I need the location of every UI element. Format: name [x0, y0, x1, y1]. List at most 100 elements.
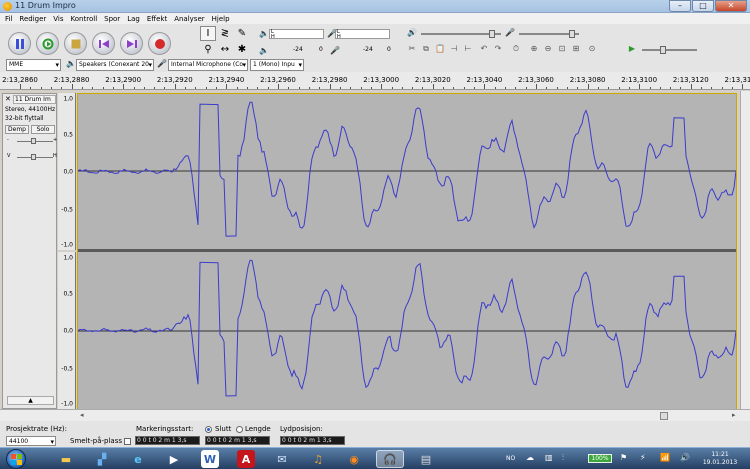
- redo-icon[interactable]: ↷: [491, 43, 505, 55]
- title-bar: 11 Drum Impro – □ ✕: [0, 0, 750, 13]
- tray-icon-flag[interactable]: ⚑: [620, 453, 627, 462]
- zoom-toggle-icon[interactable]: ⊙: [585, 43, 599, 55]
- skip-to-end-button[interactable]: [120, 32, 143, 55]
- horizontal-scroll-thumb[interactable]: [660, 412, 668, 420]
- timeshift-tool-icon[interactable]: ↔: [217, 42, 233, 57]
- record-icon: [155, 39, 165, 49]
- gain-slider[interactable]: [17, 138, 53, 144]
- start-button[interactable]: [6, 449, 26, 469]
- internet-explorer-taskbar-icon[interactable]: e: [124, 450, 152, 468]
- mail-taskbar-icon[interactable]: ✉: [268, 450, 296, 468]
- zoom-tool-icon[interactable]: ⚲: [200, 42, 216, 57]
- audio-position-field[interactable]: 0 0 t 0 2 m 1 3,s: [280, 436, 345, 445]
- output-device-select[interactable]: Speakers (Conexant 20: [76, 59, 154, 71]
- cut-icon[interactable]: ✂: [405, 43, 419, 55]
- skip-to-start-button[interactable]: [92, 32, 115, 55]
- minimize-button[interactable]: –: [669, 0, 691, 12]
- output-volume-slider[interactable]: [421, 30, 501, 38]
- track-name-menu[interactable]: 11 Drum Im: [13, 95, 56, 104]
- stop-button[interactable]: [64, 32, 87, 55]
- tray-icon-app[interactable]: ☁: [526, 453, 534, 462]
- play-speed-slider[interactable]: [642, 46, 697, 54]
- play-loop-button[interactable]: [36, 32, 59, 55]
- audacity-taskbar-icon[interactable]: 🎧: [376, 450, 404, 468]
- menu-effekt[interactable]: Effekt: [145, 13, 172, 24]
- tray-icon-power[interactable]: ⚡: [640, 453, 646, 462]
- word-taskbar-icon[interactable]: W: [201, 450, 219, 468]
- tray-icon-signal[interactable]: ⫶: [562, 453, 564, 463]
- selection-tool-icon[interactable]: I: [200, 26, 216, 41]
- media-player-taskbar-icon[interactable]: ▶: [160, 450, 188, 468]
- zoom-in-icon[interactable]: ⊕: [527, 43, 541, 55]
- input-channels-select[interactable]: 1 (Mono) Inpu: [250, 59, 304, 71]
- taskbar-clock[interactable]: 11:21 19.01.2013: [700, 451, 740, 467]
- tray-icon-network[interactable]: ▥: [545, 453, 553, 462]
- right-channel-waveform[interactable]: [78, 252, 736, 409]
- tray-icon-wifi[interactable]: 📶: [660, 453, 670, 462]
- selection-start-field[interactable]: 0 0 t 0 2 m 1 3,s: [135, 436, 200, 445]
- menu-kontroll[interactable]: Kontroll: [69, 13, 103, 24]
- channel2-vertical-ruler[interactable]: 1,0 0,5 0,0 -0,5 -1,0: [58, 252, 76, 409]
- draw-tool-icon[interactable]: ✎: [234, 26, 250, 41]
- playback-meter[interactable]: L H: [269, 29, 324, 40]
- winamp-taskbar-icon[interactable]: ♫: [304, 450, 332, 468]
- track-control-panel[interactable]: ✕ 11 Drum Im Stereo, 44100Hz 32-bit flyt…: [2, 93, 57, 409]
- track-close-icon[interactable]: ✕: [5, 95, 11, 103]
- explorer-taskbar-icon[interactable]: ▬: [52, 450, 80, 468]
- pause-button[interactable]: [8, 32, 31, 55]
- menu-hjelp[interactable]: Hjelp: [210, 13, 235, 24]
- ruler-minor-tick: [267, 87, 269, 89]
- menu-rediger[interactable]: Rediger: [17, 13, 51, 24]
- input-device-select[interactable]: Internal Microphone (Co: [168, 59, 248, 71]
- document-taskbar-icon[interactable]: ▤: [412, 450, 440, 468]
- maximize-button[interactable]: □: [692, 0, 714, 12]
- mute-button[interactable]: Demp: [5, 125, 29, 134]
- firefox-taskbar-icon[interactable]: ◉: [340, 450, 368, 468]
- play-at-speed-icon[interactable]: ▶: [625, 43, 639, 55]
- menu-lag[interactable]: Lag: [125, 13, 145, 24]
- end-radio[interactable]: [205, 426, 212, 433]
- transport-toolbar: [8, 27, 171, 61]
- ruler-minor-tick: [30, 87, 32, 89]
- collapse-track-button[interactable]: ▲: [7, 396, 54, 405]
- menu-fil[interactable]: Fil: [3, 13, 17, 24]
- record-meter[interactable]: L H: [335, 29, 390, 40]
- waveform-area[interactable]: [77, 93, 737, 409]
- menu-analyser[interactable]: Analyser: [172, 13, 209, 24]
- project-rate-select[interactable]: 44100: [6, 436, 56, 446]
- envelope-tool-icon[interactable]: ≷: [217, 26, 233, 41]
- battery-indicator[interactable]: 100%: [588, 454, 612, 463]
- acrobat-taskbar-icon[interactable]: A: [237, 450, 255, 468]
- audio-host-select[interactable]: MME: [6, 59, 61, 71]
- zoom-out-icon[interactable]: ⊖: [541, 43, 555, 55]
- record-button[interactable]: [148, 32, 171, 55]
- trim-icon[interactable]: ⊣: [447, 43, 461, 55]
- fit-selection-icon[interactable]: ⊡: [555, 43, 569, 55]
- scroll-left-icon[interactable]: ◂: [80, 411, 84, 419]
- sync-lock-icon[interactable]: ⏱: [509, 43, 523, 55]
- length-radio[interactable]: [236, 426, 243, 433]
- horizontal-scrollbar[interactable]: ◂ ▸: [0, 409, 750, 421]
- selection-end-field[interactable]: 0 0 t 0 2 m 1 3,s: [205, 436, 270, 445]
- undo-icon[interactable]: ↶: [477, 43, 491, 55]
- app-taskbar-icon[interactable]: ▞: [88, 450, 116, 468]
- snap-to-checkbox[interactable]: [124, 438, 131, 445]
- channel1-vertical-ruler[interactable]: 1,0 0,5 0,0 -0,5 -1,0: [58, 93, 76, 250]
- tray-icon-volume[interactable]: 🔊: [680, 453, 690, 462]
- scroll-right-icon[interactable]: ▸: [732, 411, 736, 419]
- silence-icon[interactable]: ⊢: [461, 43, 475, 55]
- copy-icon[interactable]: ⧉: [419, 43, 433, 55]
- pan-slider[interactable]: [17, 154, 53, 160]
- left-channel-waveform[interactable]: [78, 94, 736, 249]
- close-button[interactable]: ✕: [715, 0, 747, 12]
- input-language-indicator[interactable]: NO: [506, 455, 515, 462]
- timeline-ruler[interactable]: 2:13,2860 2:13,2880 2:13,2900 2:13,2920 2:13…: [0, 72, 750, 90]
- solo-button[interactable]: Solo: [31, 125, 55, 134]
- paste-icon[interactable]: 📋: [433, 43, 447, 55]
- input-volume-slider[interactable]: [519, 30, 579, 38]
- multi-tool-icon[interactable]: ✱: [234, 42, 250, 57]
- vertical-scrollbar[interactable]: [740, 91, 750, 409]
- fit-project-icon[interactable]: ⊞: [569, 43, 583, 55]
- menu-vis[interactable]: Vis: [51, 13, 68, 24]
- menu-spor[interactable]: Spor: [102, 13, 125, 24]
